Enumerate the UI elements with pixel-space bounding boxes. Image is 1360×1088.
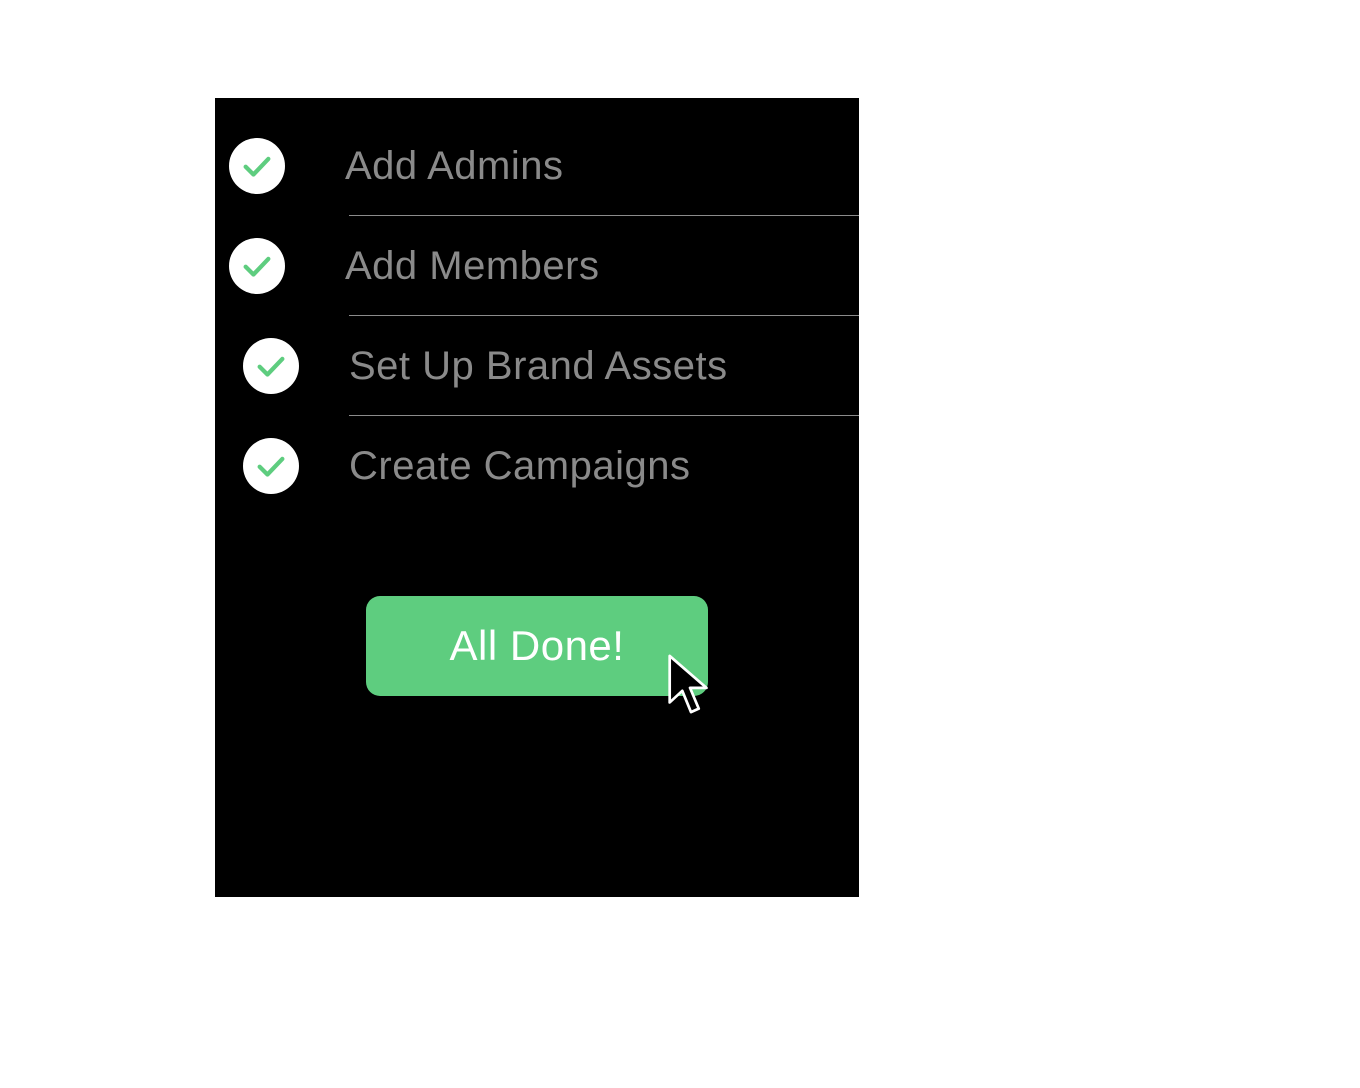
checklist-item-label: Set Up Brand Assets [349, 344, 728, 389]
checklist-item-label: Add Members [345, 244, 599, 289]
check-icon [229, 138, 285, 194]
check-icon [243, 438, 299, 494]
action-area: All Done! [215, 596, 859, 696]
check-icon [229, 238, 285, 294]
onboarding-checklist: Add Admins Add Members Set Up Brand Asse… [215, 116, 859, 516]
checklist-item-brand-assets[interactable]: Set Up Brand Assets [215, 316, 859, 416]
checklist-item-add-admins[interactable]: Add Admins [215, 116, 859, 216]
checklist-item-label: Create Campaigns [349, 444, 691, 489]
onboarding-panel: Add Admins Add Members Set Up Brand Asse… [215, 98, 859, 897]
all-done-label: All Done! [450, 622, 625, 669]
checklist-item-label: Add Admins [345, 144, 563, 189]
all-done-button[interactable]: All Done! [366, 596, 709, 696]
checklist-item-create-campaigns[interactable]: Create Campaigns [215, 416, 859, 516]
check-icon [243, 338, 299, 394]
checklist-item-add-members[interactable]: Add Members [215, 216, 859, 316]
